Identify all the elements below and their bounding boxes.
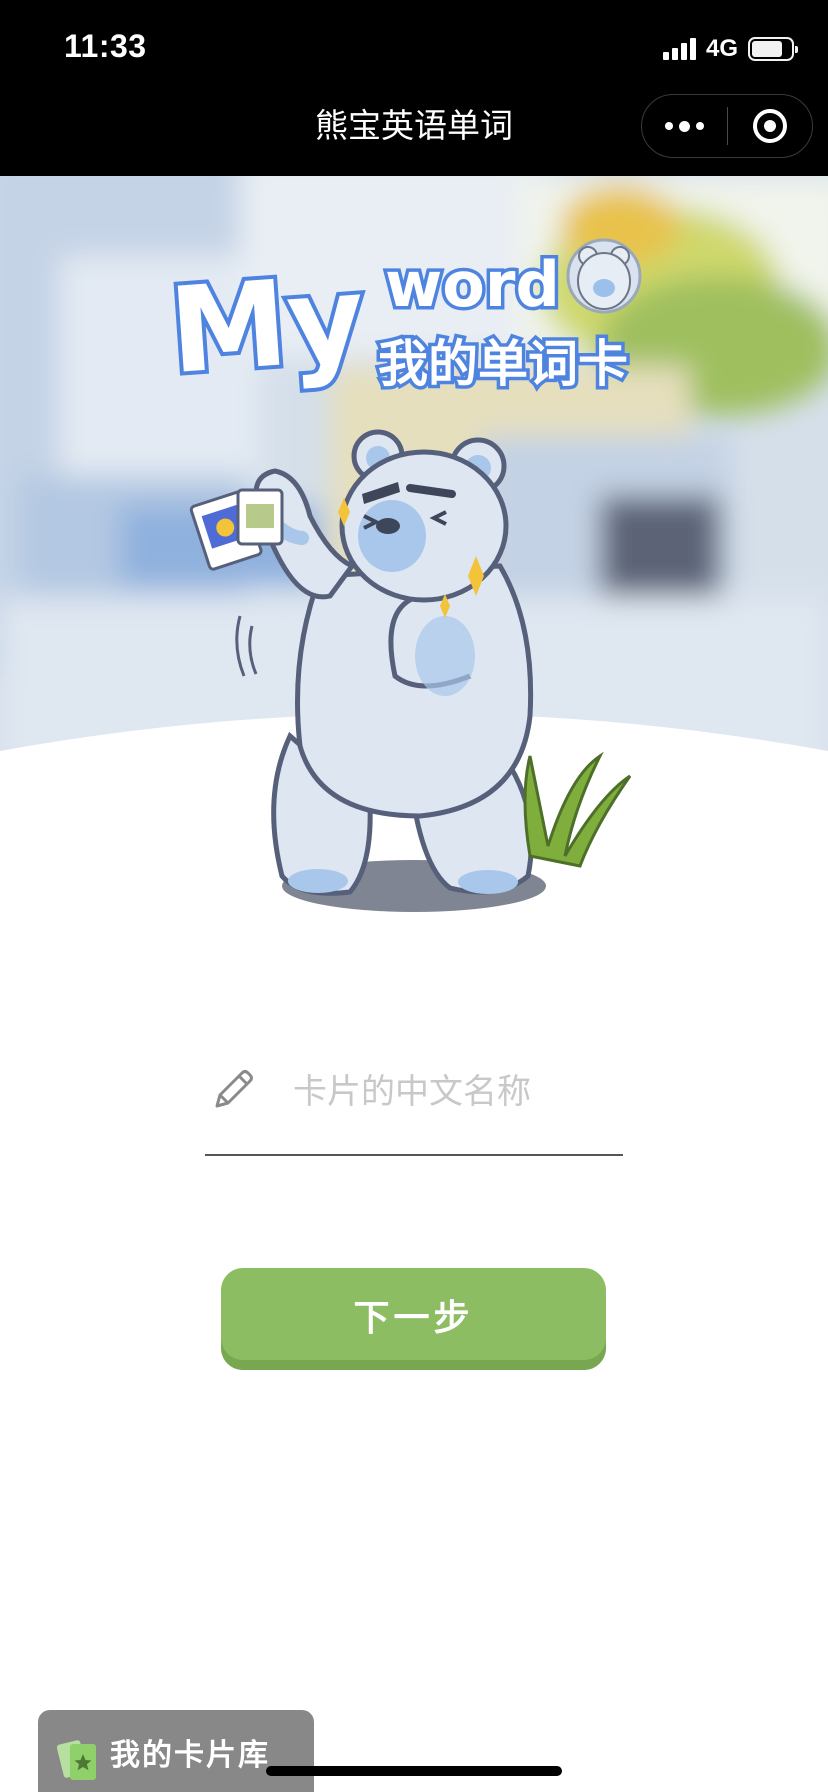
my-card-library-label: 我的卡片库 bbox=[110, 1738, 270, 1773]
next-step-button[interactable]: 下一步 bbox=[221, 1268, 606, 1370]
logo-text-word: word bbox=[385, 248, 560, 321]
logo-text-my: My bbox=[165, 249, 368, 400]
network-type: 4G bbox=[705, 35, 738, 62]
home-indicator[interactable] bbox=[266, 1766, 562, 1776]
close-button[interactable] bbox=[728, 95, 812, 157]
status-bar: 11:33 4G bbox=[0, 0, 828, 100]
more-dots-icon[interactable] bbox=[642, 95, 727, 157]
card-name-input[interactable] bbox=[293, 1062, 613, 1122]
mini-program-capsule bbox=[641, 94, 813, 158]
status-indicators: 4G bbox=[662, 34, 798, 64]
hero-artwork: My word 我的单词卡 bbox=[0, 176, 828, 936]
logo-subtitle: 我的单词卡 bbox=[378, 335, 628, 393]
status-time: 11:33 bbox=[64, 28, 147, 64]
card-name-field bbox=[205, 1058, 623, 1156]
signal-icon bbox=[662, 38, 696, 60]
nav-bar: 熊宝英语单词 bbox=[0, 94, 828, 176]
pencil-icon bbox=[215, 1070, 253, 1108]
target-close-icon bbox=[753, 109, 787, 143]
my-card-library-button[interactable]: 我的卡片库 bbox=[38, 1710, 314, 1792]
card-stack-icon bbox=[56, 1740, 96, 1780]
battery-icon bbox=[748, 37, 798, 61]
hero-illustration: My word 我的单词卡 bbox=[0, 176, 828, 936]
